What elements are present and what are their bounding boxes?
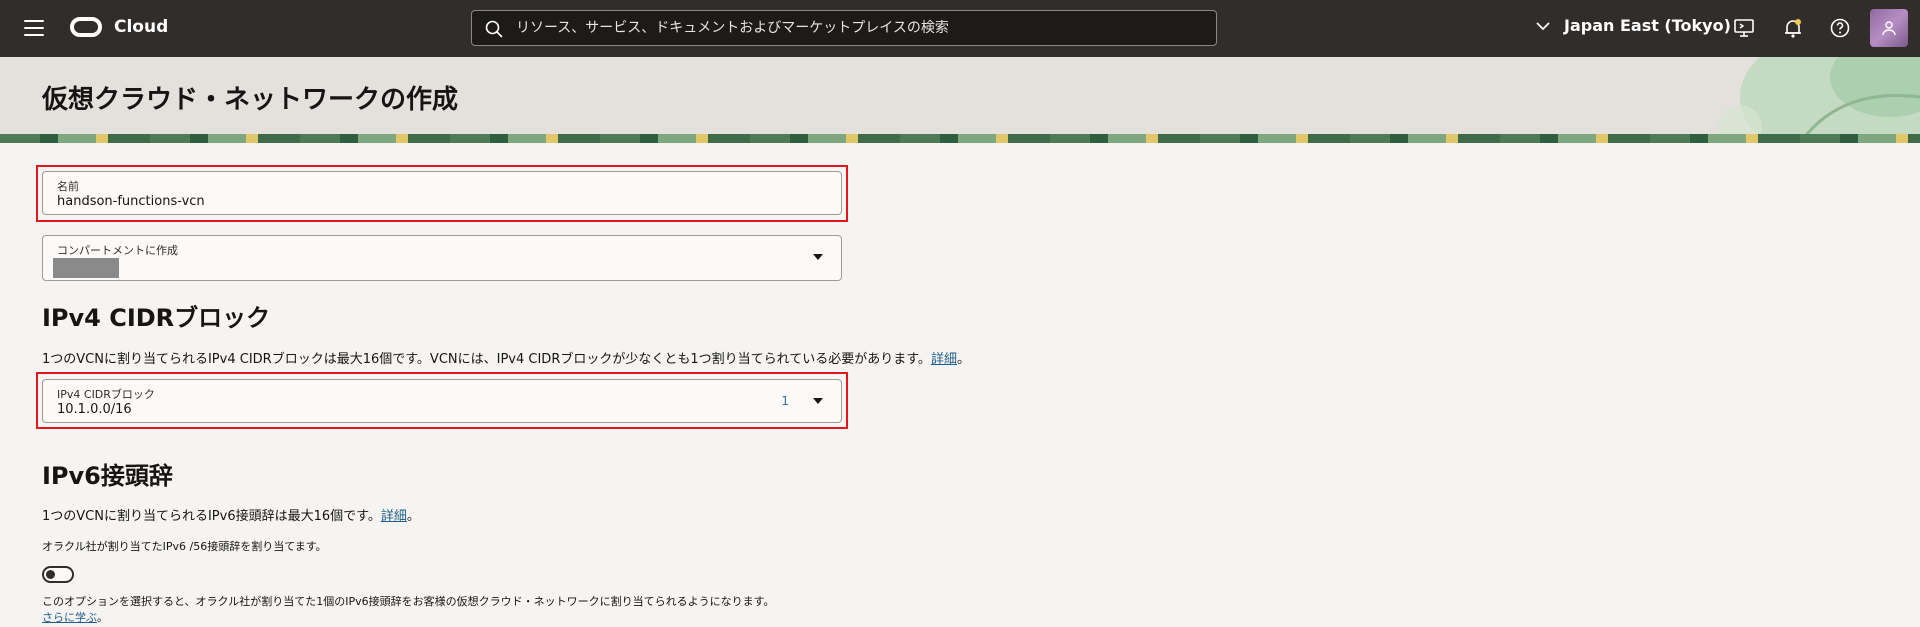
caret-down-icon[interactable] — [813, 254, 823, 260]
caret-down-icon[interactable] — [813, 398, 823, 404]
menu-icon[interactable] — [24, 20, 44, 36]
ipv4-description-end: 。 — [956, 352, 970, 367]
ipv6-description: 1つのVCNに割り当てられるIPv6接頭辞は最大16個です。詳細。 — [42, 505, 420, 524]
ipv4-cidr-field[interactable]: IPv4 CIDRブロック 10.1.0.0/16 1 — [42, 379, 842, 423]
compartment-select[interactable]: コンパートメントに作成 — [42, 235, 842, 281]
learn-more-link[interactable]: さらに学ぶ — [42, 611, 97, 624]
ipv6-toggle-label: オラクル社が割り当てたIPv6 /56接頭辞を割り当てます。 — [42, 540, 327, 553]
notification-bell-icon[interactable] — [1781, 16, 1805, 40]
region-label: Japan East (Tokyo) — [1564, 16, 1731, 35]
name-field-value[interactable]: handson-functions-vcn — [57, 194, 205, 209]
region-selector[interactable]: Japan East (Tokyo) — [1534, 16, 1731, 35]
ipv4-cidr-count-badge: 1 — [781, 394, 789, 408]
ipv6-description-text: 1つのVCNに割り当てられるIPv6接頭辞は最大16個です。 — [42, 509, 381, 524]
search-input[interactable] — [516, 11, 1206, 45]
chevron-down-icon — [1536, 21, 1550, 30]
ipv6-description-end: 。 — [406, 509, 420, 524]
decorative-strip — [0, 134, 1920, 143]
ipv6-toggle-help: このオプションを選択すると、オラクル社が割り当てた1個のIPv6接頭辞をお客様の… — [42, 595, 775, 608]
page-title: 仮想クラウド・ネットワークの作成 — [42, 85, 459, 115]
toggle-knob — [46, 570, 55, 579]
help-icon[interactable] — [1828, 16, 1852, 40]
redacted-compartment-value — [53, 258, 119, 278]
decorative-foliage-graphic — [1718, 57, 1920, 143]
ipv6-learn-more: さらに学ぶ。 — [42, 609, 108, 625]
cloud-shell-icon[interactable] — [1732, 16, 1756, 40]
user-icon — [1882, 21, 1896, 36]
learn-more-end: 。 — [97, 611, 108, 624]
top-navigation-bar: Cloud Japan East (Tokyo) — [0, 0, 1920, 57]
ipv4-section-title: IPv4 CIDRブロック — [42, 304, 271, 332]
name-field[interactable]: 名前 handson-functions-vcn — [42, 171, 842, 215]
compartment-select-label: コンパートメントに作成 — [57, 244, 178, 257]
ipv4-cidr-field-label: IPv4 CIDRブロック — [57, 388, 155, 401]
ipv6-section-title: IPv6接頭辞 — [42, 462, 173, 490]
ipv4-description: 1つのVCNに割り当てられるIPv4 CIDRブロックは最大16個です。VCNに… — [42, 348, 970, 367]
ipv4-cidr-field-value[interactable]: 10.1.0.0/16 — [57, 402, 132, 417]
search-icon — [485, 20, 503, 38]
name-field-label: 名前 — [57, 180, 79, 193]
search-box[interactable] — [471, 10, 1217, 46]
user-avatar[interactable] — [1870, 9, 1908, 47]
oracle-logo-icon[interactable] — [70, 17, 102, 37]
ipv6-details-link[interactable]: 詳細 — [381, 509, 407, 524]
ipv4-description-text: 1つのVCNに割り当てられるIPv4 CIDRブロックは最大16個です。VCNに… — [42, 352, 931, 367]
brand-label[interactable]: Cloud — [114, 17, 168, 37]
page-header-banner: 仮想クラウド・ネットワークの作成 — [0, 57, 1920, 143]
ipv6-assign-toggle[interactable] — [42, 566, 74, 583]
ipv4-details-link[interactable]: 詳細 — [931, 352, 957, 367]
